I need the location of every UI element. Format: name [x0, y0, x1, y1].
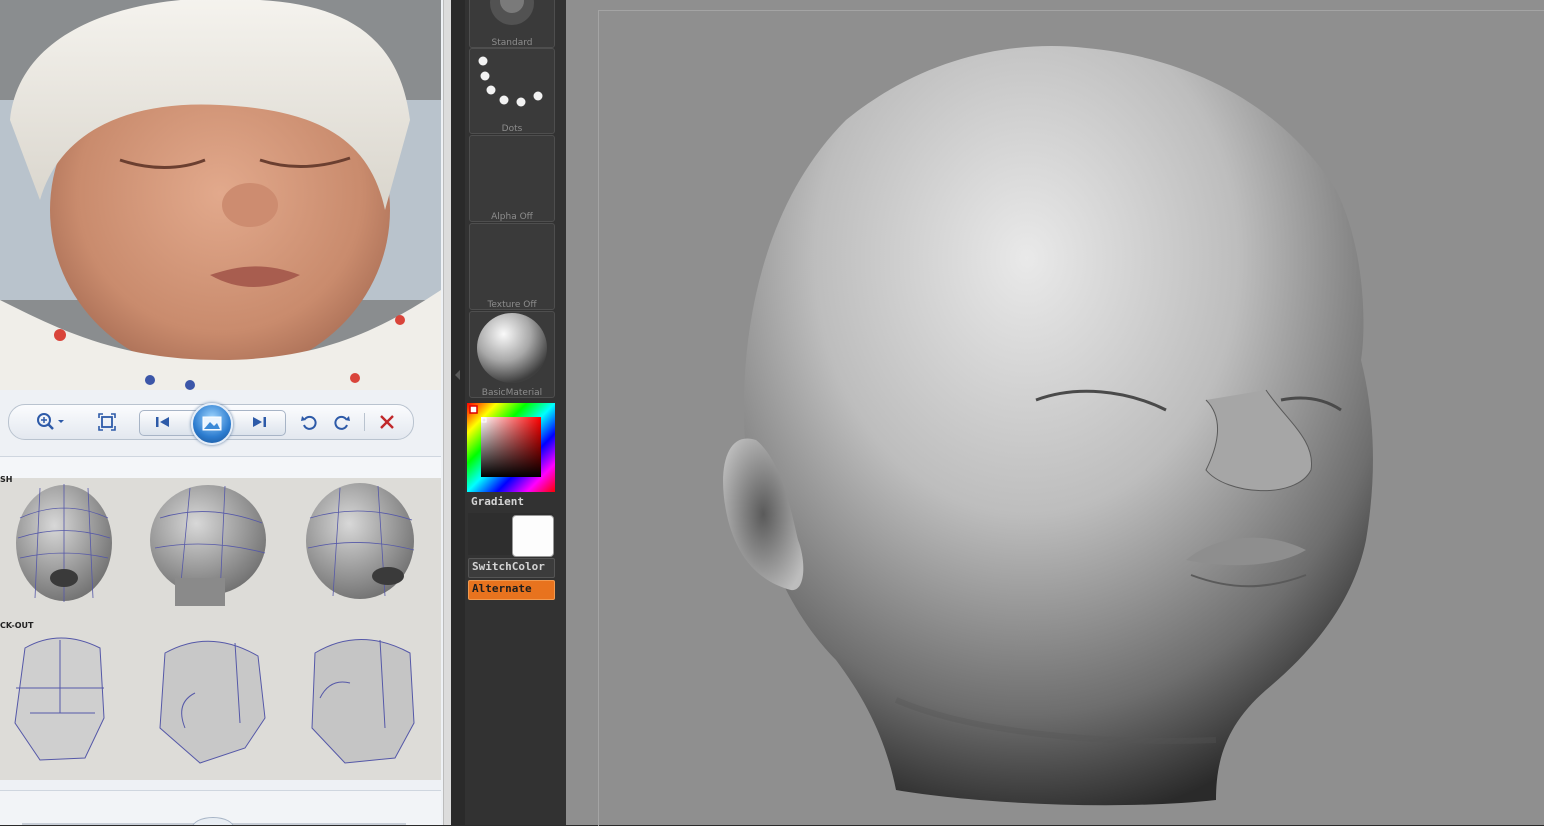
stroke-slot[interactable]: Dots: [469, 48, 555, 134]
viewer-toolbar: [8, 403, 414, 445]
brush-label: Standard: [491, 38, 533, 48]
viewer-bottom-bar: [0, 790, 441, 825]
alternate-label: Alternate: [472, 582, 532, 595]
alpha-label: Alpha Off: [491, 212, 533, 222]
material-slot[interactable]: BasicMaterial: [469, 311, 555, 398]
stroke-label: Dots: [501, 124, 523, 134]
switchcolor-button[interactable]: SwitchColor: [468, 558, 555, 578]
material-label: BasicMaterial: [481, 388, 543, 398]
previous-icon[interactable]: [151, 405, 175, 439]
reference-photo: [0, 0, 441, 390]
image-viewer-window: SH CK-OUT: [0, 0, 443, 825]
wireframe-head-side: [150, 485, 266, 606]
slideshow-icon[interactable]: [191, 403, 233, 445]
texture-label: Texture Off: [487, 300, 537, 310]
toolbar-divider: [364, 413, 365, 431]
reference-sheet-image: SH CK-OUT: [0, 475, 441, 780]
texture-slot[interactable]: Texture Off: [469, 223, 555, 310]
viewer-strip: [0, 456, 441, 479]
alternate-button[interactable]: Alternate: [468, 580, 555, 600]
wireframe-head-three-quarter: [306, 483, 415, 599]
gradient-label[interactable]: Gradient: [471, 495, 524, 508]
next-icon[interactable]: [247, 405, 271, 439]
blockout-head-three-quarter: [311, 639, 415, 764]
delete-icon[interactable]: [375, 405, 399, 439]
tray-divider[interactable]: [451, 0, 465, 825]
switchcolor-label: SwitchColor: [472, 560, 545, 573]
blockout-head-side: [159, 640, 266, 764]
fit-screen-icon[interactable]: [95, 405, 119, 439]
rotate-ccw-icon[interactable]: [297, 405, 321, 439]
wireframe-head-front: [16, 484, 112, 602]
scroll-thumb[interactable]: [192, 817, 234, 825]
document-frame: [598, 10, 1544, 826]
blockout-head-front: [14, 637, 105, 761]
brush-slot[interactable]: Standard: [469, 0, 555, 48]
rotate-cw-icon[interactable]: [330, 405, 354, 439]
color-picker[interactable]: [467, 403, 555, 492]
secondary-color-swatch[interactable]: [512, 515, 554, 557]
zoom-icon[interactable]: [31, 405, 71, 439]
alpha-slot[interactable]: Alpha Off: [469, 135, 555, 222]
